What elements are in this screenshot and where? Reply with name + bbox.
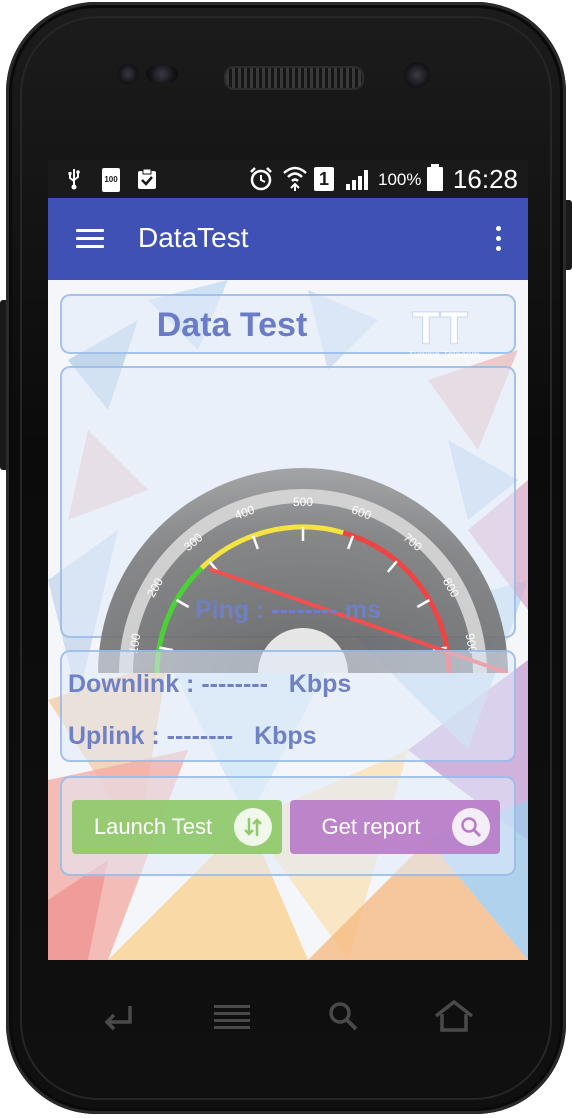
uplink-label: Uplink : [68,722,160,750]
get-report-label: Get report [321,814,421,839]
uplink-unit: Kbps [254,722,317,750]
search-icon [452,808,490,846]
swap-vertical-icon [234,808,272,846]
usb-icon [68,169,80,190]
actions-card: Launch Test Get report [60,776,516,876]
logo-subtitle: Tunisie Telecom [408,350,480,361]
app-title: DataTest [138,222,249,253]
wifi-icon [283,166,307,191]
launch-test-button[interactable]: Launch Test [72,800,282,854]
side-button [566,200,572,270]
downlink-row: Downlink : -------- Kbps [68,670,351,699]
uplink-value: -------- [166,722,234,750]
ping-readout: Ping : -------- ms [62,596,514,625]
menu-icon[interactable] [212,998,252,1034]
ping-value: -------- [271,596,338,624]
get-report-button[interactable]: Get report [290,800,500,854]
back-icon[interactable] [100,998,138,1034]
gauge-tick-label: 500 [293,495,313,509]
battery-saver-icon: 100 [102,168,120,192]
alarm-icon [250,167,272,191]
more-vert-icon[interactable] [496,226,502,252]
hamburger-menu-icon[interactable] [76,229,104,249]
front-camera-icon [404,62,430,88]
logo-text: TT [412,302,468,354]
clock: 16:28 [452,164,518,194]
downlink-unit: Kbps [288,670,352,698]
signal-icon [346,170,368,190]
throughput-card: Downlink : -------- Kbps Uplink : ------… [60,650,516,762]
page-title: Data Test [156,306,308,344]
status-bar: 100 1 100% 16:28 [48,160,528,198]
main-content: Data Test TT Tunisie Telecom 01 [48,280,528,960]
battery-icon [427,164,443,191]
downlink-value: -------- [201,670,268,698]
ping-label: Ping : [194,596,265,624]
sensor-icon [118,64,138,84]
gauge-card: 01002003004005006007008009001000 Ping : … [60,366,516,673]
screen: 100 1 100% 16:28 DataTest Data Test TT T… [48,160,528,960]
sim-icon: 1 [314,167,334,191]
header-card: Data Test TT Tunisie Telecom [60,294,516,361]
uplink-row: Uplink : -------- Kbps [68,722,317,751]
downlink-label: Downlink : [68,670,195,698]
ping-unit: ms [344,596,382,624]
home-icon[interactable] [432,998,476,1034]
sim-label: 1 [318,169,329,189]
speed-gauge: 01002003004005006007008009001000 [98,468,508,673]
side-button [0,300,6,470]
clipboard-check-icon [138,168,156,189]
battery-percent: 100% [378,170,422,189]
search-icon[interactable] [326,998,360,1034]
battery-saver-label: 100 [104,175,118,184]
proximity-sensor-icon [146,66,178,82]
earpiece-speaker [224,66,364,90]
launch-test-label: Launch Test [93,814,213,839]
app-bar: DataTest [48,198,528,280]
